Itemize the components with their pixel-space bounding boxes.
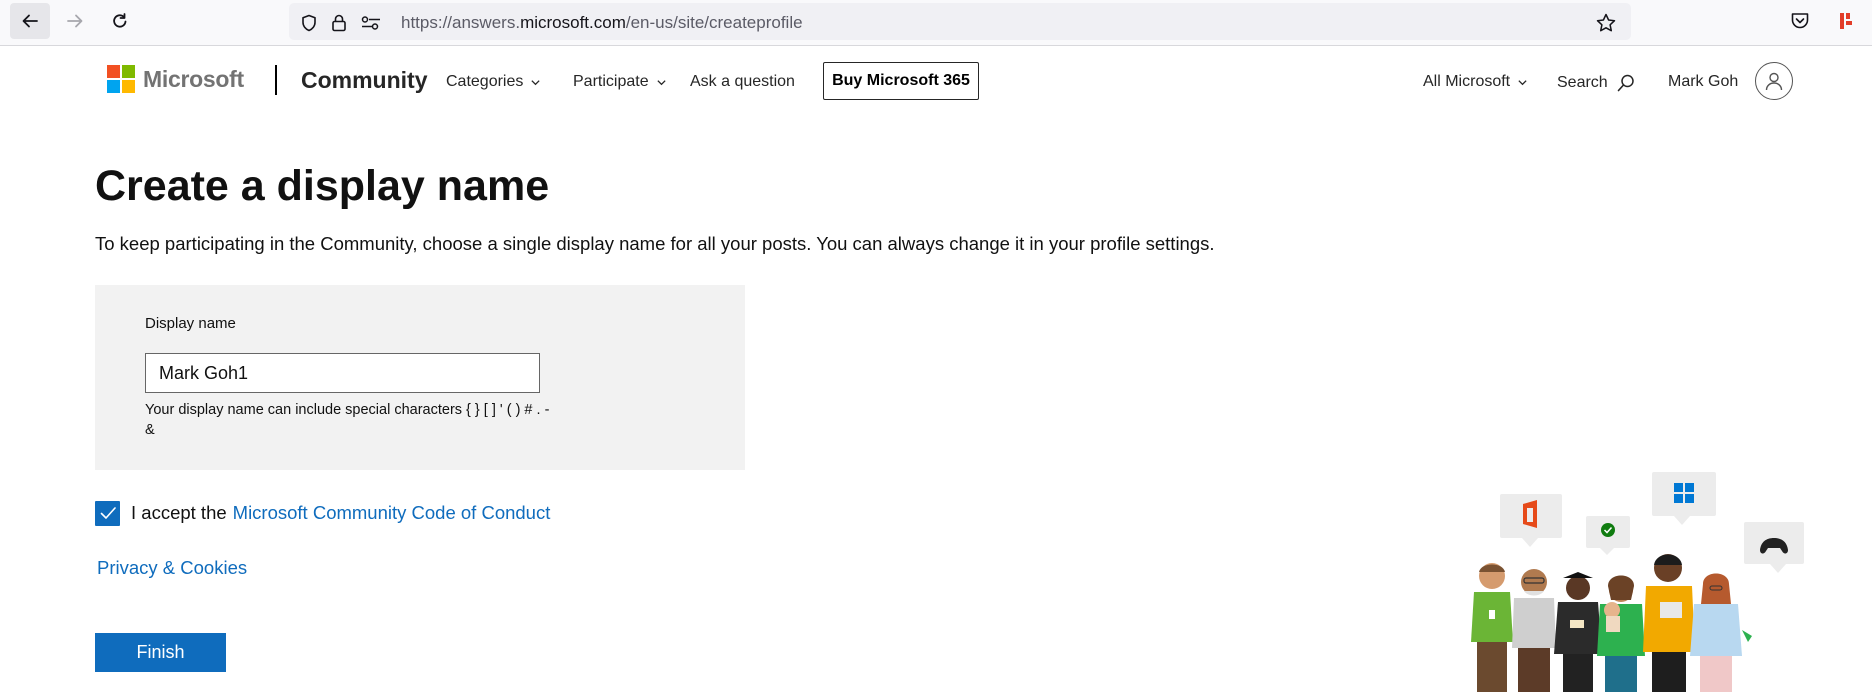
url-path: /en-us/site/createprofile [625, 13, 803, 32]
nav-categories[interactable]: Categories [446, 73, 541, 91]
search-button[interactable]: Search [1557, 73, 1636, 93]
check-bubble-icon [1586, 516, 1630, 555]
buy-microsoft-365-button[interactable]: Buy Microsoft 365 [823, 62, 979, 100]
shield-icon[interactable] [299, 13, 319, 33]
url-prefix: https://answers. [401, 13, 521, 32]
logo-square-1 [107, 65, 120, 78]
nav-categories-label: Categories [446, 73, 524, 90]
all-microsoft-menu[interactable]: All Microsoft [1423, 73, 1528, 91]
forward-button[interactable] [55, 3, 95, 39]
search-label: Search [1557, 74, 1608, 91]
person-1 [1471, 563, 1513, 692]
person-6 [1690, 573, 1752, 692]
xbox-controller-bubble-icon [1744, 522, 1804, 573]
nav-participate[interactable]: Participate [573, 73, 667, 91]
person-2 [1512, 569, 1556, 692]
checkmark-icon [100, 507, 116, 519]
office-bubble-icon [1500, 494, 1562, 547]
user-name-label: Mark Goh [1668, 73, 1739, 90]
logo-square-4 [122, 80, 135, 93]
reload-button[interactable] [100, 3, 140, 39]
extension-icon[interactable] [1837, 10, 1857, 32]
chevron-down-icon [1518, 79, 1527, 85]
page-title: Create a display name [95, 162, 550, 210]
privacy-cookies-link[interactable]: Privacy & Cookies [97, 557, 247, 579]
reload-icon [113, 13, 127, 28]
back-icon [22, 14, 38, 28]
chevron-down-icon [656, 79, 666, 85]
person-icon [1765, 72, 1783, 91]
browser-toolbar: https://answers.microsoft.com/en-us/site… [0, 0, 1872, 46]
forward-icon [67, 14, 83, 28]
user-name[interactable]: Mark Goh [1668, 73, 1738, 91]
page-description: To keep participating in the Community, … [95, 233, 1215, 254]
permissions-icon[interactable] [360, 13, 382, 33]
nav-ask-label: Ask a question [690, 73, 795, 90]
accept-text: I accept the [131, 502, 227, 523]
person-3 [1554, 572, 1602, 692]
logo-square-2 [122, 65, 135, 78]
community-title[interactable]: Community [301, 67, 428, 94]
person-4 [1597, 575, 1645, 692]
accept-row: I accept the Microsoft Community Code of… [95, 500, 550, 526]
accept-checkbox[interactable] [95, 500, 120, 526]
display-name-form: Display name Your display name can inclu… [95, 285, 745, 470]
finish-button[interactable]: Finish [95, 633, 226, 672]
url-text[interactable]: https://answers.microsoft.com/en-us/site… [401, 13, 803, 33]
person-5 [1643, 554, 1695, 692]
community-people-illustration [1471, 472, 1804, 692]
pocket-icon[interactable] [1789, 10, 1811, 32]
bookmark-star-icon[interactable] [1595, 12, 1617, 34]
nav-participate-label: Participate [573, 73, 649, 90]
microsoft-logo-icon [107, 65, 135, 93]
search-icon [1617, 74, 1634, 92]
code-of-conduct-link[interactable]: Microsoft Community Code of Conduct [233, 502, 551, 524]
all-microsoft-label: All Microsoft [1423, 73, 1511, 90]
site-header: Microsoft Community Categories Participa… [0, 47, 1872, 117]
header-divider [275, 65, 277, 95]
back-button[interactable] [10, 3, 50, 39]
display-name-hint: Your display name can include special ch… [145, 402, 550, 438]
address-bar[interactable]: https://answers.microsoft.com/en-us/site… [289, 3, 1631, 40]
microsoft-logo[interactable]: Microsoft [107, 65, 244, 93]
lock-icon[interactable] [330, 13, 348, 33]
avatar[interactable] [1755, 62, 1793, 100]
windows-bubble-icon [1652, 472, 1716, 525]
chevron-down-icon [531, 79, 540, 85]
url-host: microsoft.com [520, 13, 626, 32]
microsoft-wordmark: Microsoft [143, 65, 244, 92]
nav-ask-question[interactable]: Ask a question [690, 73, 795, 91]
logo-square-3 [107, 80, 120, 93]
display-name-input[interactable] [145, 353, 540, 393]
display-name-label: Display name [145, 315, 236, 332]
